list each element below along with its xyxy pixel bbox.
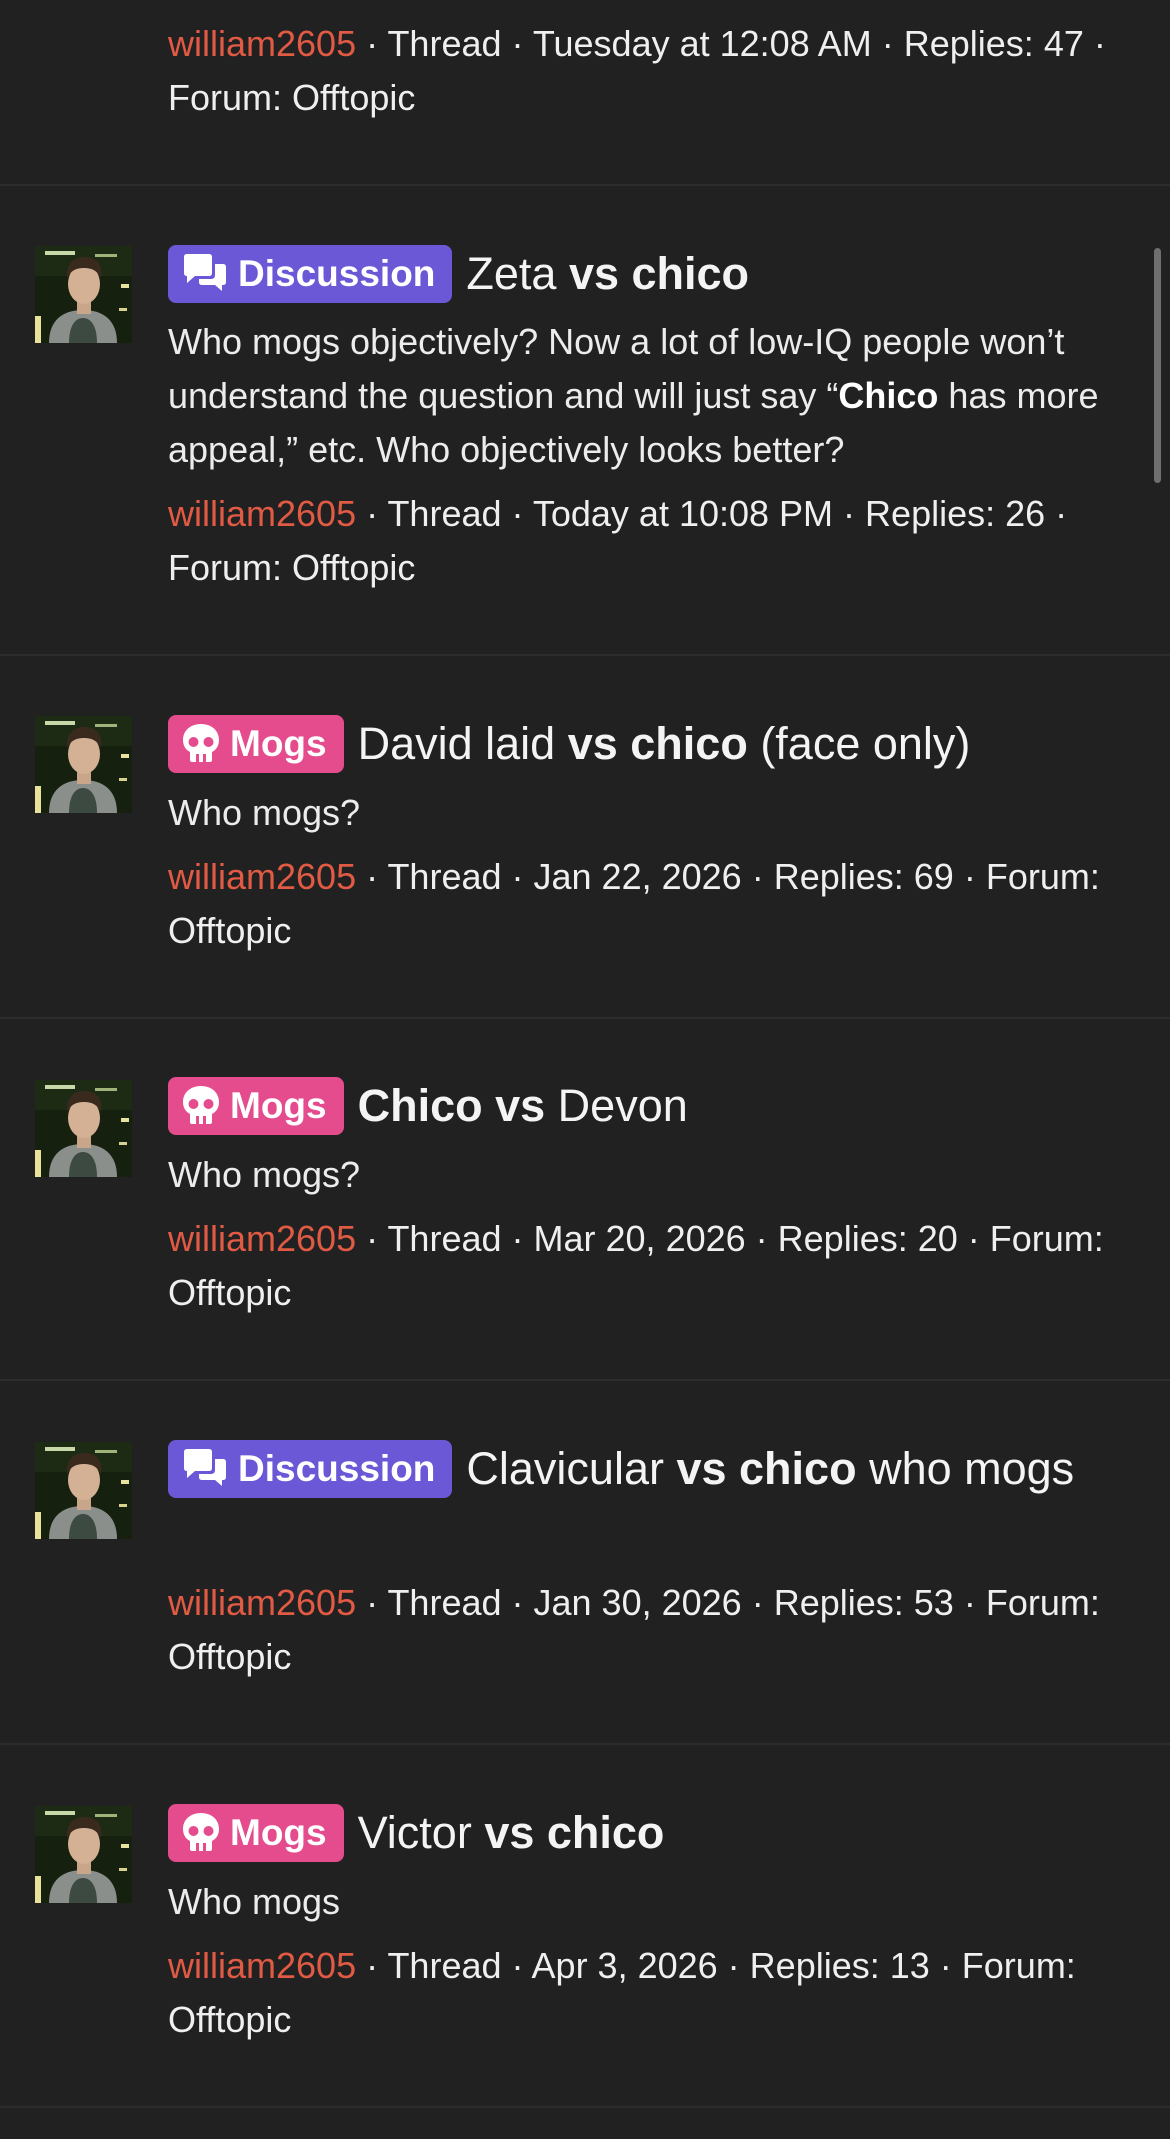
reply-count: 47 — [1043, 23, 1084, 64]
reply-count: 69 — [913, 856, 954, 897]
result-snippet: Who mogs objectively? Now a lot of low-I… — [168, 315, 1143, 477]
forum-link[interactable]: Offtopic — [168, 1636, 291, 1677]
result-meta: william2605 · Thread · Mar 20, 2026 · Re… — [168, 1218, 1104, 1313]
prefix-badge-mogs[interactable]: Mogs — [168, 1077, 344, 1135]
result-meta: william2605 · Thread · Jan 22, 2026 · Re… — [168, 856, 1100, 951]
avatar[interactable] — [35, 1442, 132, 1539]
result-divider — [0, 654, 1170, 656]
avatar[interactable] — [35, 246, 132, 343]
badge-label: Mogs — [230, 1812, 327, 1853]
forum-link[interactable]: Offtopic — [168, 910, 291, 951]
title-text: who mogs — [856, 1443, 1075, 1494]
snippet-text: Who mogs — [168, 1881, 341, 1922]
title-text: Zeta — [466, 248, 569, 299]
result-snippet: Who mogs? — [168, 1148, 1143, 1202]
result-divider — [0, 1379, 1170, 1381]
result-divider — [0, 1017, 1170, 1019]
forum-link[interactable]: Offtopic — [292, 547, 415, 588]
chat-bubbles-icon — [184, 254, 226, 292]
author-link[interactable]: william2605 — [168, 1945, 356, 1986]
prefix-badge-discussion[interactable]: Discussion — [168, 245, 453, 303]
user-avatar-image — [35, 1080, 132, 1177]
post-date[interactable]: Jan 22, 2026 — [534, 856, 742, 897]
content-type: Thread — [387, 493, 502, 534]
title-text: David laid — [357, 718, 568, 769]
title-highlight: vs chico — [676, 1443, 857, 1494]
prefix-badge-mogs[interactable]: Mogs — [168, 715, 344, 773]
thread-title[interactable]: Mogs Victor vs chico — [168, 1800, 1143, 1866]
avatar[interactable] — [35, 1806, 132, 1903]
author-link[interactable]: william2605 — [168, 23, 356, 64]
result-meta: william2605 · Thread · Jan 30, 2026 · Re… — [168, 1582, 1100, 1677]
user-avatar-image — [35, 246, 132, 343]
result-divider — [0, 1743, 1170, 1745]
title-highlight: vs chico — [484, 1807, 665, 1858]
result-snippet: Who mogs? — [168, 786, 1143, 840]
result-meta: william2605 · Thread · Apr 3, 2026 · Rep… — [168, 1945, 1076, 2040]
author-link[interactable]: william2605 — [168, 493, 356, 534]
post-date[interactable]: Today at 10:08 PM — [533, 493, 833, 534]
thread-title[interactable]: Discussion Clavicular vs chico who mogs — [168, 1436, 1143, 1502]
title-highlight: vs chico — [567, 718, 748, 769]
skull-icon — [183, 1086, 219, 1125]
author-link[interactable]: william2605 — [168, 1582, 356, 1623]
post-date[interactable]: Jan 30, 2026 — [534, 1582, 742, 1623]
snippet-highlight: Chico — [838, 375, 939, 416]
badge-label: Mogs — [230, 723, 327, 764]
skull-icon — [183, 1813, 219, 1852]
reply-count: 53 — [913, 1582, 954, 1623]
title-text: Victor — [357, 1807, 485, 1858]
snippet-text: Who mogs? — [168, 1154, 361, 1195]
badge-label: Mogs — [230, 1085, 327, 1126]
result-meta: william2605 · Thread · Today at 10:08 PM… — [168, 493, 1068, 588]
title-text: Clavicular — [466, 1443, 677, 1494]
thread-title[interactable]: Mogs David laid vs chico (face only) — [168, 711, 1143, 777]
scrollbar[interactable] — [1154, 248, 1161, 483]
prefix-badge-discussion[interactable]: Discussion — [168, 1440, 453, 1498]
badge-label: Discussion — [238, 253, 436, 294]
post-date[interactable]: Mar 20, 2026 — [534, 1218, 746, 1259]
post-date[interactable]: Tuesday at 12:08 AM — [533, 23, 872, 64]
user-avatar-image — [35, 1442, 132, 1539]
skull-icon — [183, 724, 219, 763]
title-highlight: Chico vs — [357, 1080, 546, 1131]
result-snippet: Who mogs — [168, 1875, 1143, 1929]
user-avatar-image — [35, 716, 132, 813]
forum-link[interactable]: Offtopic — [168, 1999, 291, 2040]
snippet-text: Who mogs? — [168, 792, 361, 833]
top-result-meta: william2605 · Thread · Tuesday at 12:08 … — [168, 23, 1106, 118]
content-type: Thread — [387, 856, 502, 897]
content-type: Thread — [387, 1582, 502, 1623]
forum-link[interactable]: Offtopic — [292, 77, 415, 118]
avatar[interactable] — [35, 716, 132, 813]
result-divider — [0, 184, 1170, 186]
content-type: Thread — [387, 23, 502, 64]
thread-title[interactable]: Mogs Chico vs Devon — [168, 1073, 1143, 1139]
thread-title[interactable]: Discussion Zeta vs chico — [168, 241, 1143, 307]
badge-label: Discussion — [238, 1448, 436, 1489]
user-avatar-image — [35, 1806, 132, 1903]
author-link[interactable]: william2605 — [168, 1218, 356, 1259]
title-text: Devon — [545, 1080, 688, 1131]
avatar[interactable] — [35, 1080, 132, 1177]
title-highlight: vs chico — [568, 248, 750, 299]
chat-bubbles-icon — [184, 1449, 226, 1487]
author-link[interactable]: william2605 — [168, 856, 356, 897]
reply-count: 13 — [889, 1945, 930, 1986]
reply-count: 26 — [1005, 493, 1046, 534]
post-date[interactable]: Apr 3, 2026 — [532, 1945, 718, 1986]
title-text: (face only) — [747, 718, 971, 769]
result-divider — [0, 2106, 1170, 2108]
content-type: Thread — [387, 1945, 502, 1986]
prefix-badge-mogs[interactable]: Mogs — [168, 1804, 344, 1862]
content-type: Thread — [387, 1218, 502, 1259]
forum-link[interactable]: Offtopic — [168, 1272, 291, 1313]
reply-count: 20 — [917, 1218, 958, 1259]
